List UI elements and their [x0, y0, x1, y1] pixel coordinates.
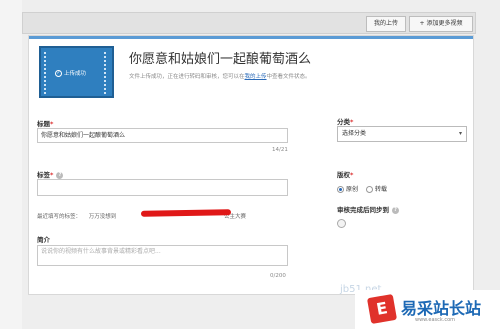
- required-mark: *: [350, 118, 354, 126]
- category-label-text: 分类: [337, 118, 350, 126]
- upload-status-text: 文件上传成功，正在进行转码和审核，您可以在我的上传中查看文件状态。: [129, 72, 311, 80]
- status-prefix: 文件上传成功，正在进行转码和审核，您可以在: [129, 74, 245, 80]
- help-icon[interactable]: ?: [56, 171, 64, 179]
- logo-text: 易采站长站: [401, 299, 482, 318]
- copyright-label-text: 版权: [337, 171, 350, 179]
- intro-textarea[interactable]: 说说你的视频有什么故事背景或精彩看点吧...: [37, 245, 288, 266]
- intro-counter: 0/200: [270, 273, 286, 279]
- share-label: 审核完成后同步到?: [337, 204, 399, 214]
- radio-original[interactable]: [337, 186, 344, 193]
- radio-original-label: 原创: [346, 186, 359, 193]
- share-label-text: 审核完成后同步到: [337, 206, 389, 214]
- upload-progress-bar: [29, 36, 473, 39]
- required-mark: *: [50, 171, 54, 179]
- film-strip-icon: [44, 52, 49, 94]
- my-uploads-link[interactable]: 我的上传: [245, 74, 267, 80]
- share-toggle[interactable]: [337, 219, 346, 228]
- logo-subtext: www.easck.com: [415, 317, 456, 323]
- copyright-label: 版权*: [337, 169, 353, 179]
- status-suffix: 中查看文件状态。: [266, 74, 311, 80]
- help-icon[interactable]: ?: [392, 206, 399, 214]
- tags-label: 标签*?: [37, 169, 64, 179]
- title-input[interactable]: 你愿意和姑娘们一起酿葡萄酒么: [37, 128, 288, 143]
- chevron-down-icon: ▾: [458, 130, 462, 137]
- copyright-options: 原创 转载: [337, 184, 387, 193]
- category-select[interactable]: 选择分类 ▾: [337, 126, 467, 142]
- my-uploads-button[interactable]: 我的上传: [366, 16, 406, 32]
- category-label: 分类*: [337, 116, 353, 126]
- upload-card: ✓ 上传成功 你愿意和姑娘们一起酿葡萄酒么 文件上传成功，正在进行转码和审核，您可…: [28, 35, 474, 295]
- add-more-videos-button[interactable]: + 添加更多视频: [409, 16, 473, 32]
- tags-input[interactable]: [37, 179, 288, 196]
- check-circle-icon: ✓: [55, 70, 62, 77]
- upload-success-label: ✓ 上传成功: [55, 69, 105, 77]
- left-strip: [0, 0, 22, 329]
- video-thumbnail: ✓ 上传成功: [39, 46, 114, 98]
- category-value: 选择分类: [342, 130, 367, 137]
- tags-label-text: 标签: [37, 171, 50, 179]
- required-mark: *: [350, 171, 354, 179]
- upload-success-text: 上传成功: [64, 71, 87, 77]
- recent-tags-label: 最近填写的标签：: [37, 214, 82, 220]
- logo-mark-icon: E: [366, 293, 398, 325]
- video-title: 你愿意和姑娘们一起酿葡萄酒么: [129, 52, 312, 67]
- recent-tag[interactable]: 万万没想到: [89, 214, 117, 220]
- title-counter: 14/21: [272, 147, 288, 153]
- top-toolbar: 我的上传 + 添加更多视频: [22, 12, 476, 34]
- radio-repost-label: 转载: [374, 186, 387, 193]
- site-logo: E 易采站长站 www.easck.com: [355, 290, 500, 329]
- required-mark: *: [50, 120, 54, 128]
- title-label-text: 标题: [37, 120, 50, 128]
- title-label: 标题*: [37, 118, 53, 128]
- radio-repost[interactable]: [365, 186, 373, 193]
- intro-label: 简介: [37, 236, 50, 244]
